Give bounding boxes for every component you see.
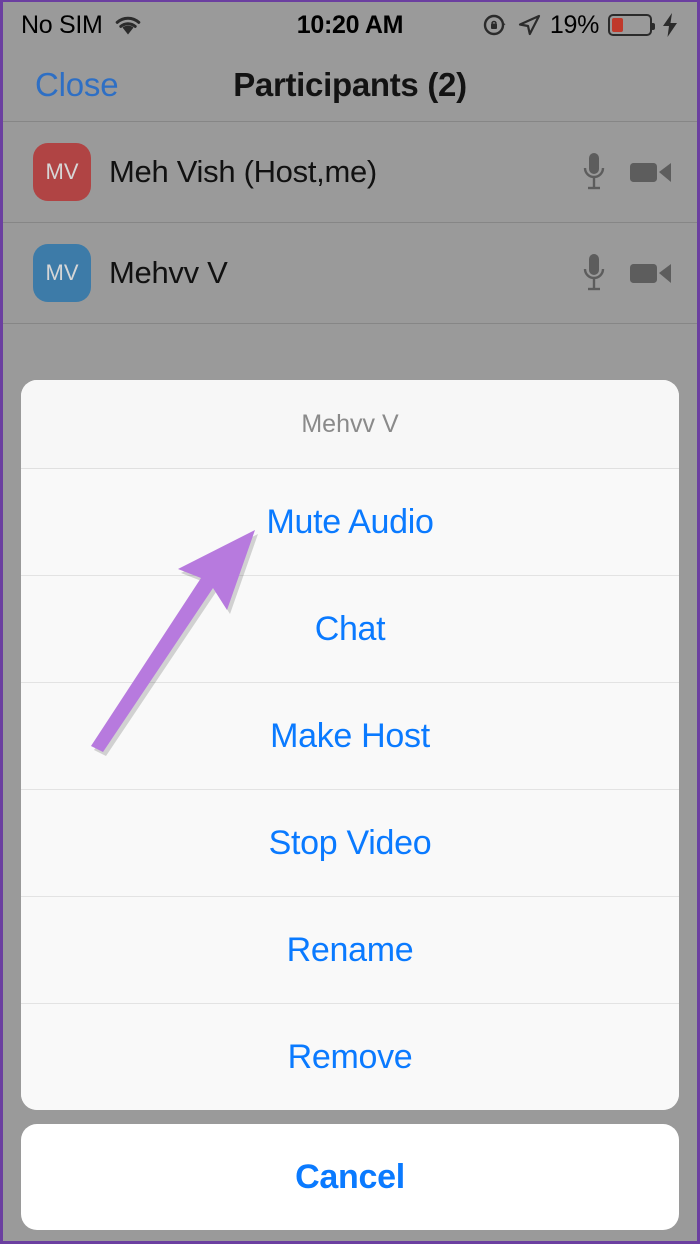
- action-sheet: Mehvv V Mute Audio Chat Make Host Stop V…: [21, 380, 679, 1110]
- phone-screen: No SIM 10:20 AM 19% Close Participants (…: [0, 0, 700, 1244]
- battery-icon: [608, 14, 655, 36]
- participant-name: Meh Vish (Host,me): [109, 154, 377, 189]
- avatar-initials: MV: [45, 159, 79, 184]
- lightning-bolt-icon: [661, 12, 679, 38]
- avatar-initials: MV: [45, 260, 79, 285]
- action-sheet-title: Mehvv V: [21, 380, 679, 469]
- participant-status-icons: [581, 251, 673, 295]
- action-item-chat[interactable]: Chat: [21, 576, 679, 683]
- wifi-icon: [113, 14, 143, 36]
- page-title: Participants (2): [233, 65, 467, 103]
- video-camera-icon[interactable]: [629, 157, 673, 187]
- location-arrow-icon: [517, 13, 541, 37]
- participant-row[interactable]: MV Mehvv V: [3, 223, 697, 324]
- rotation-lock-icon: [482, 12, 508, 38]
- action-item-mute-audio[interactable]: Mute Audio: [21, 469, 679, 576]
- navigation-bar: Close Participants (2): [3, 48, 697, 122]
- microphone-icon[interactable]: [581, 150, 607, 194]
- participants-list: MV Meh Vish (Host,me) MV Mehvv V: [3, 122, 697, 324]
- battery-percent-label: 19%: [549, 10, 599, 39]
- battery-fill: [612, 18, 623, 32]
- participant-name: Mehvv V: [109, 255, 228, 290]
- avatar: MV: [33, 244, 91, 302]
- status-bar-right: 19%: [482, 11, 679, 40]
- action-item-remove[interactable]: Remove: [21, 1004, 679, 1110]
- participant-row[interactable]: MV Meh Vish (Host,me): [3, 122, 697, 223]
- action-item-make-host[interactable]: Make Host: [21, 683, 679, 790]
- action-item-rename[interactable]: Rename: [21, 897, 679, 1004]
- microphone-icon[interactable]: [581, 251, 607, 295]
- avatar: MV: [33, 143, 91, 201]
- action-item-stop-video[interactable]: Stop Video: [21, 790, 679, 897]
- status-bar: No SIM 10:20 AM 19%: [3, 2, 697, 48]
- carrier-label: No SIM: [21, 10, 103, 39]
- video-camera-icon[interactable]: [629, 258, 673, 288]
- participant-status-icons: [581, 150, 673, 194]
- cancel-button[interactable]: Cancel: [21, 1124, 679, 1230]
- status-bar-left: No SIM: [21, 11, 143, 40]
